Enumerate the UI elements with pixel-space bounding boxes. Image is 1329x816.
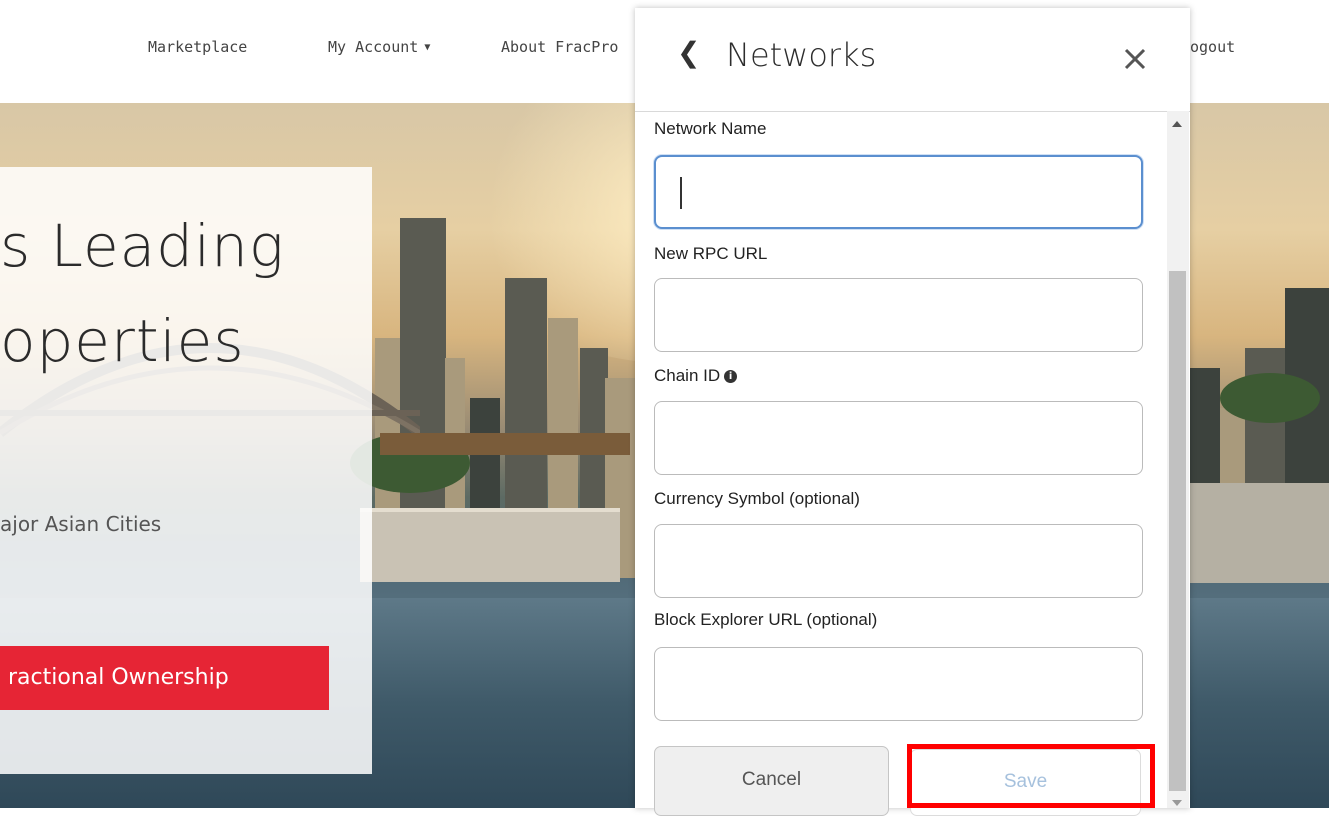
caret-down-icon: ▼ (424, 42, 431, 53)
close-icon[interactable] (1123, 42, 1147, 72)
hero-heading-line1: s Leading (0, 212, 285, 280)
networks-modal: ❮ Networks Network Name New RPC URL Chai… (635, 8, 1190, 816)
nav-about[interactable]: About FracPro (501, 38, 618, 56)
scroll-down-arrow-icon[interactable] (1172, 800, 1182, 806)
nav-my-account[interactable]: My Account ▼ (328, 38, 430, 56)
currency-symbol-label: Currency Symbol (optional) (654, 489, 860, 508)
modal-header: ❮ Networks (635, 8, 1190, 112)
nav-my-account-label: My Account (328, 38, 419, 56)
fractional-ownership-button[interactable]: ractional Ownership (0, 646, 329, 710)
rpc-url-label: New RPC URL (654, 244, 768, 263)
hero-subtitle: ajor Asian Cities (0, 512, 162, 536)
currency-symbol-input[interactable] (654, 524, 1143, 598)
network-name-input[interactable] (654, 155, 1143, 229)
block-explorer-input[interactable] (654, 647, 1143, 721)
text-cursor (680, 177, 682, 209)
scroll-up-arrow-icon[interactable] (1172, 121, 1182, 127)
chain-id-input[interactable] (654, 401, 1143, 475)
nav-logout[interactable]: ogout (1190, 38, 1235, 56)
chain-id-label: Chain ID i (654, 366, 738, 386)
save-button[interactable]: Save (910, 749, 1141, 816)
back-chevron-icon[interactable]: ❮ (677, 36, 700, 69)
cancel-button[interactable]: Cancel (654, 746, 889, 816)
info-icon[interactable]: i (724, 370, 738, 384)
scroll-thumb[interactable] (1169, 271, 1186, 791)
hero-heading-line2: operties (0, 307, 245, 375)
modal-scrollbar[interactable] (1167, 111, 1189, 808)
rpc-url-input[interactable] (654, 278, 1143, 352)
network-name-label: Network Name (654, 119, 767, 138)
nav-marketplace[interactable]: Marketplace (148, 38, 247, 56)
block-explorer-label: Block Explorer URL (optional) (654, 610, 878, 629)
modal-title: Networks (726, 36, 877, 74)
chain-id-label-text: Chain ID (654, 366, 721, 385)
